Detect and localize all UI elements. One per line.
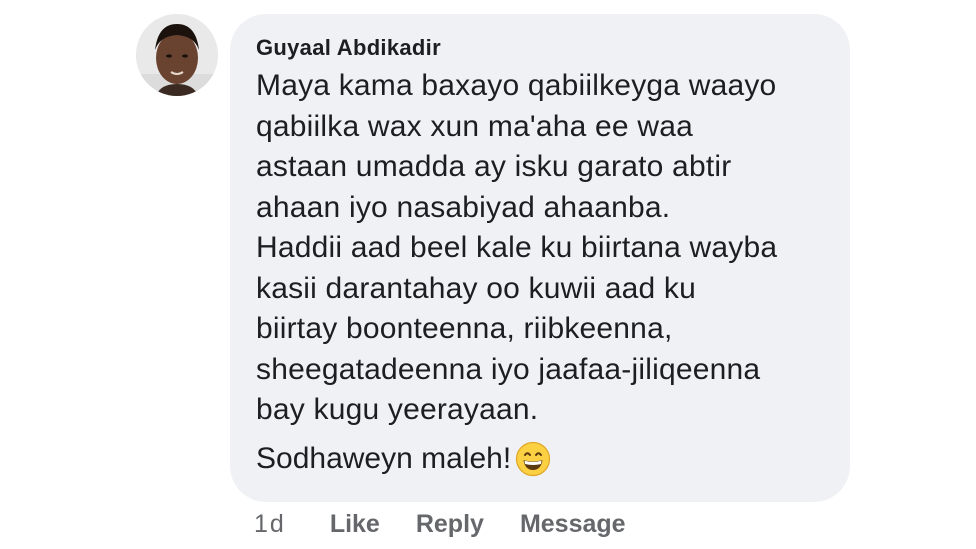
comment-text: Maya kama baxayo qabiilkeyga waayo qabii… <box>256 66 830 431</box>
like-button[interactable]: Like <box>330 510 380 539</box>
comment-line: ahaan iyo nasabiyad ahaanba. <box>256 190 671 224</box>
comment-last-line: Sodhaweyn maleh! <box>256 439 830 479</box>
comment-line: astaan umadda ay isku garato abtir <box>256 150 732 183</box>
comment-line: bay kugu yeerayaan. <box>256 393 539 426</box>
comment-line: Haddii aad beel kale ku biirtana wayba <box>256 231 778 264</box>
message-button[interactable]: Message <box>520 510 626 539</box>
comment-line: kasii darantahay oo kuwii aad ku <box>256 271 696 305</box>
comment-line: biirtay boonteenna, riibkeenna, <box>256 312 673 345</box>
profile-photo <box>136 14 218 96</box>
comment-author[interactable]: Guyaal Abdikadir <box>256 34 830 62</box>
comment-line: sheegatadeenna iyo jaafaa-jiliqeenna <box>256 352 761 386</box>
comment-timestamp[interactable]: 1d <box>254 510 286 539</box>
avatar[interactable] <box>136 14 218 96</box>
grinning-face-icon <box>515 441 551 477</box>
reply-button[interactable]: Reply <box>416 510 484 539</box>
comment-line: Maya kama baxayo qabiilkeyga waayo <box>256 69 777 102</box>
comment-actions: 1d Like Reply Message <box>254 508 662 540</box>
comment-line: qabiilka wax xun ma'aha ee waa <box>256 109 693 143</box>
comment-bubble: Guyaal Abdikadir Maya kama baxayo qabiil… <box>230 14 850 502</box>
comment-closing-text: Sodhaweyn maleh! <box>256 441 512 475</box>
